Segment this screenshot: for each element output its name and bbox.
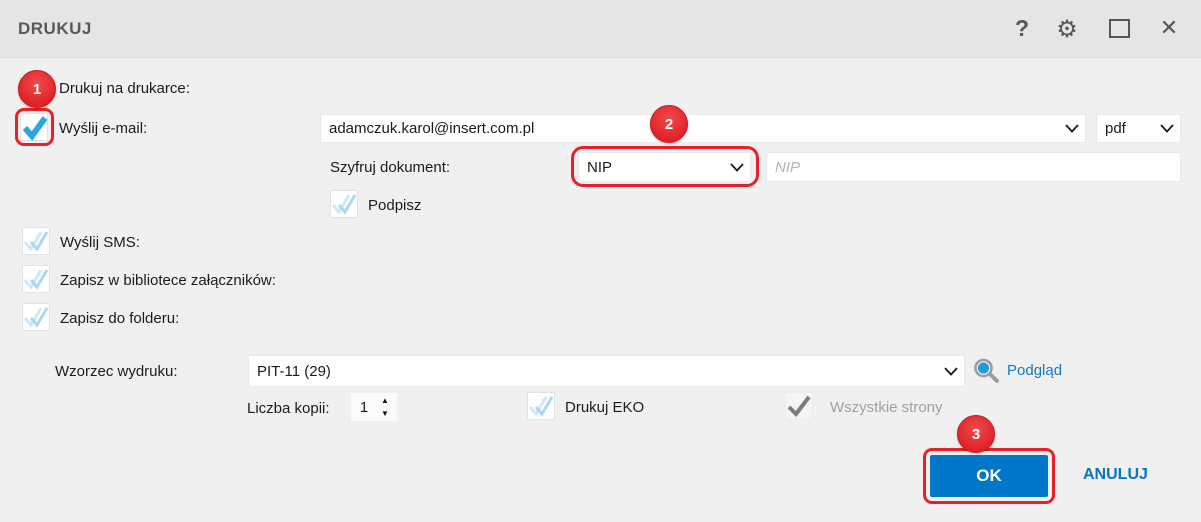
email-format-value: pdf: [1105, 120, 1126, 137]
ok-button[interactable]: OK: [930, 455, 1048, 497]
folder-label: Zapisz do folderu:: [60, 310, 180, 327]
encrypt-method-value: NIP: [587, 158, 613, 176]
attachments-label: Zapisz w bibliotece załączników:: [60, 272, 276, 289]
copies-stepper: ▲ ▼: [350, 392, 398, 422]
copies-label: Liczba kopii:: [247, 400, 330, 417]
chevron-down-icon: [724, 162, 750, 172]
print-label: Drukuj na drukarce:: [59, 80, 190, 97]
double-check-icon: [23, 307, 49, 328]
email-combo-chevron-down-icon[interactable]: [1058, 114, 1086, 143]
template-label: Wzorzec wydruku:: [55, 363, 178, 380]
eco-checkbox[interactable]: [527, 392, 555, 420]
folder-checkbox[interactable]: [22, 303, 50, 331]
chevron-down-icon: [938, 366, 964, 376]
sign-label: Podpisz: [368, 197, 422, 214]
gear-icon[interactable]: ⚙: [1050, 0, 1084, 57]
chevron-down-icon: [1154, 124, 1180, 133]
annotation-step-2: 2: [650, 105, 688, 143]
preview-link[interactable]: Podgląd: [1007, 362, 1062, 379]
maximize-icon[interactable]: [1102, 0, 1136, 57]
check-icon: [22, 116, 48, 141]
help-icon[interactable]: ?: [1005, 0, 1039, 57]
attachments-checkbox[interactable]: [22, 265, 50, 293]
all-pages-label: Wszystkie strony: [830, 399, 943, 416]
annotation-step-1: 1: [18, 70, 56, 108]
dialog-title: DRUKUJ: [18, 18, 92, 38]
double-check-icon: [528, 396, 554, 417]
email-address-input[interactable]: [320, 114, 1086, 143]
template-select[interactable]: PIT-11 (29): [248, 355, 965, 387]
double-check-icon: [331, 194, 357, 215]
sms-label: Wyślij SMS:: [60, 234, 140, 251]
encrypt-method-select[interactable]: NIP: [578, 152, 751, 182]
double-check-icon: [23, 231, 49, 252]
annotation-step-3: 3: [957, 415, 995, 453]
email-format-select[interactable]: pdf: [1096, 114, 1181, 143]
email-checkbox[interactable]: [20, 113, 48, 141]
titlebar: DRUKUJ ? ⚙ ✕: [0, 0, 1201, 58]
cancel-link[interactable]: ANULUJ: [1083, 466, 1148, 484]
sms-checkbox[interactable]: [22, 227, 50, 255]
close-icon[interactable]: ✕: [1152, 0, 1186, 57]
sign-checkbox[interactable]: [330, 190, 358, 218]
print-dialog: DRUKUJ ? ⚙ ✕ 1 Drukuj na drukarce: Wyśli…: [0, 0, 1201, 522]
encrypt-label: Szyfruj dokument:: [330, 159, 451, 176]
encrypt-value-input[interactable]: [766, 152, 1181, 182]
all-pages-checkbox[interactable]: [785, 392, 813, 420]
email-label: Wyślij e-mail:: [59, 120, 148, 137]
check-icon: [787, 395, 811, 418]
double-check-icon: [23, 269, 49, 290]
stepper-up-icon[interactable]: ▲: [377, 394, 393, 407]
copies-input[interactable]: [351, 398, 377, 416]
template-value: PIT-11 (29): [257, 362, 331, 380]
stepper-down-icon[interactable]: ▼: [377, 407, 393, 420]
magnifier-icon[interactable]: [972, 357, 1000, 385]
eco-label: Drukuj EKO: [565, 399, 645, 416]
